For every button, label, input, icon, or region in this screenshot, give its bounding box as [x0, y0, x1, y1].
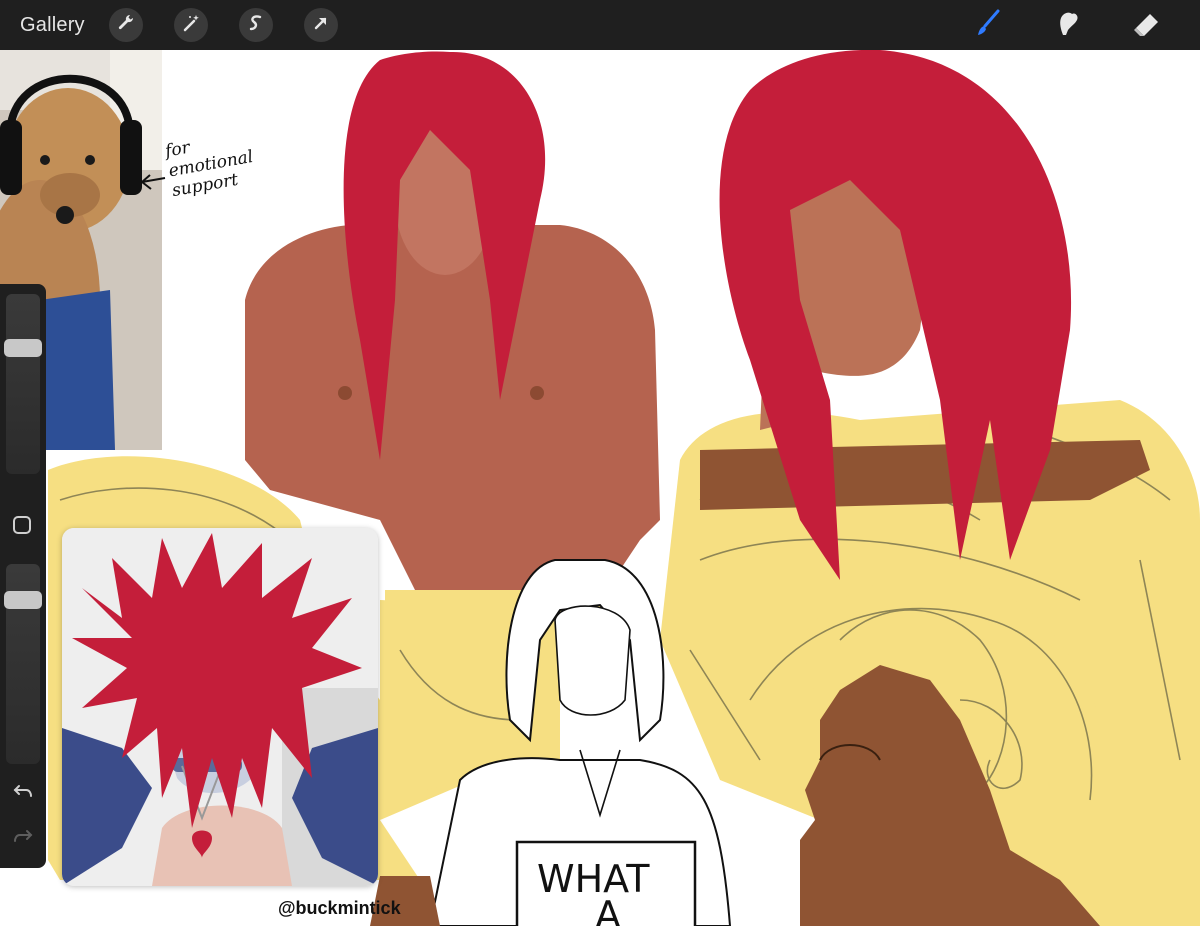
gallery-button[interactable]: Gallery	[20, 12, 85, 38]
sign-text-line2: A	[595, 893, 621, 926]
brush-size-handle[interactable]	[4, 339, 42, 358]
reference-image-card[interactable]	[62, 528, 378, 886]
brush-size-slider[interactable]	[6, 294, 40, 474]
brush-button[interactable]	[970, 7, 1006, 43]
selection-button[interactable]	[239, 8, 273, 42]
opacity-handle[interactable]	[4, 591, 42, 610]
eraser-icon	[1130, 8, 1162, 43]
transform-arrow-icon	[311, 13, 331, 38]
brush-icon	[973, 8, 1003, 43]
transform-button[interactable]	[304, 8, 338, 42]
wrench-icon	[116, 13, 136, 38]
selection-icon	[246, 13, 266, 38]
left-sidebar	[0, 284, 46, 868]
smudge-icon	[1053, 8, 1083, 43]
actions-button[interactable]	[109, 8, 143, 42]
adjustments-button[interactable]	[174, 8, 208, 42]
redo-button[interactable]	[10, 825, 36, 851]
magic-wand-icon	[181, 13, 201, 38]
eraser-button[interactable]	[1128, 7, 1164, 43]
undo-button[interactable]	[10, 780, 36, 806]
watermark: @buckmintick	[278, 898, 401, 918]
sign-text-line1: WHAT	[537, 857, 650, 901]
modify-button[interactable]	[13, 516, 31, 534]
redo-icon	[12, 825, 34, 852]
smudge-button[interactable]	[1050, 7, 1086, 43]
undo-icon	[12, 780, 34, 807]
top-toolbar: Gallery	[0, 0, 1200, 50]
reference-image	[62, 528, 378, 886]
